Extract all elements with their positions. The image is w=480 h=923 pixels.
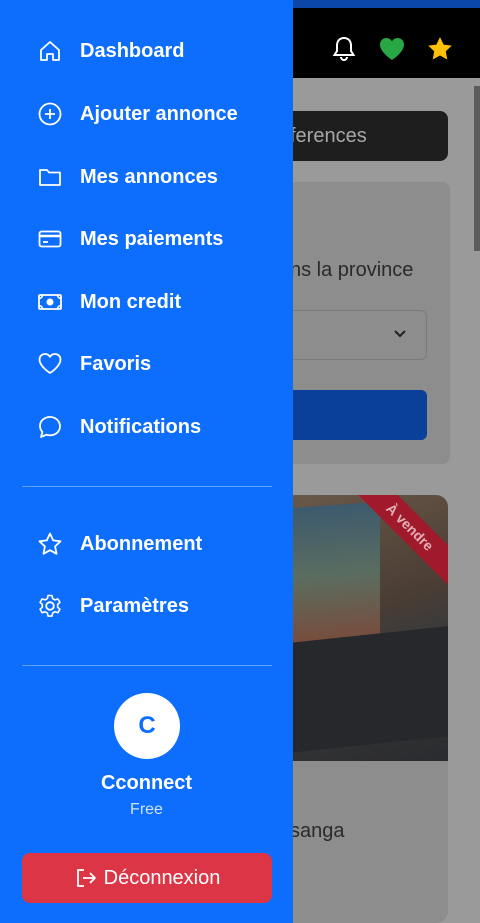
nav-item-label: Abonnement	[80, 532, 203, 555]
logout-button[interactable]: Déconnexion	[22, 853, 272, 903]
user-name: Cconnect	[100, 772, 193, 794]
star-icon[interactable]	[425, 34, 455, 64]
home-icon	[36, 37, 64, 65]
nav-item-my-credit[interactable]: Mon credit	[0, 277, 293, 327]
search-button[interactable]	[280, 390, 427, 440]
logout-label: Déconnexion	[103, 866, 221, 889]
nav-item-settings[interactable]: Paramètres	[0, 581, 293, 631]
cash-icon	[36, 288, 64, 316]
province-select[interactable]	[280, 310, 427, 360]
listing-location: sanga	[290, 820, 345, 842]
nav-item-label: Dashboard	[80, 39, 185, 62]
chevron-down-icon	[392, 325, 408, 346]
nav-item-label: Paramètres	[80, 594, 189, 617]
nav-item-add-listing[interactable]: Ajouter annonce	[0, 89, 293, 139]
listing-card[interactable]: À vendre	[270, 495, 448, 923]
nav-item-label: Notifications	[80, 415, 202, 438]
heart-icon[interactable]	[377, 34, 407, 64]
nav-item-label: Favoris	[80, 352, 152, 375]
nav-item-favorites[interactable]: Favoris	[0, 339, 293, 389]
filter-card-text: ns la province	[290, 259, 414, 281]
avatar[interactable]: C	[114, 693, 180, 759]
nav-item-label: Ajouter annonce	[80, 102, 238, 125]
nav-item-label: Mon credit	[80, 290, 182, 313]
folder-icon	[36, 163, 64, 191]
user-plan: Free	[130, 801, 163, 818]
gear-icon	[36, 592, 64, 620]
credit-card-icon	[36, 225, 64, 253]
scrollbar[interactable]	[474, 86, 480, 251]
star-outline-icon	[36, 530, 64, 558]
nav-item-dashboard[interactable]: Dashboard	[0, 26, 293, 76]
side-drawer: Dashboard Ajouter annonce Mes annonces M…	[0, 0, 293, 923]
search-input[interactable]: ferences	[270, 111, 448, 161]
logout-icon	[74, 866, 98, 890]
plus-circle-icon	[36, 100, 64, 128]
chat-bubble-icon	[36, 413, 64, 441]
drawer-divider	[22, 665, 272, 666]
heart-outline-icon	[36, 350, 64, 378]
bell-icon[interactable]	[329, 34, 359, 64]
nav-item-notifications[interactable]: Notifications	[0, 402, 293, 452]
drawer-divider	[22, 486, 272, 487]
nav-item-subscription[interactable]: Abonnement	[0, 519, 293, 569]
nav-item-label: Mes annonces	[80, 165, 218, 188]
nav-item-my-listings[interactable]: Mes annonces	[0, 152, 293, 202]
nav-item-label: Mes paiements	[80, 227, 224, 250]
nav-item-my-payments[interactable]: Mes paiements	[0, 214, 293, 264]
